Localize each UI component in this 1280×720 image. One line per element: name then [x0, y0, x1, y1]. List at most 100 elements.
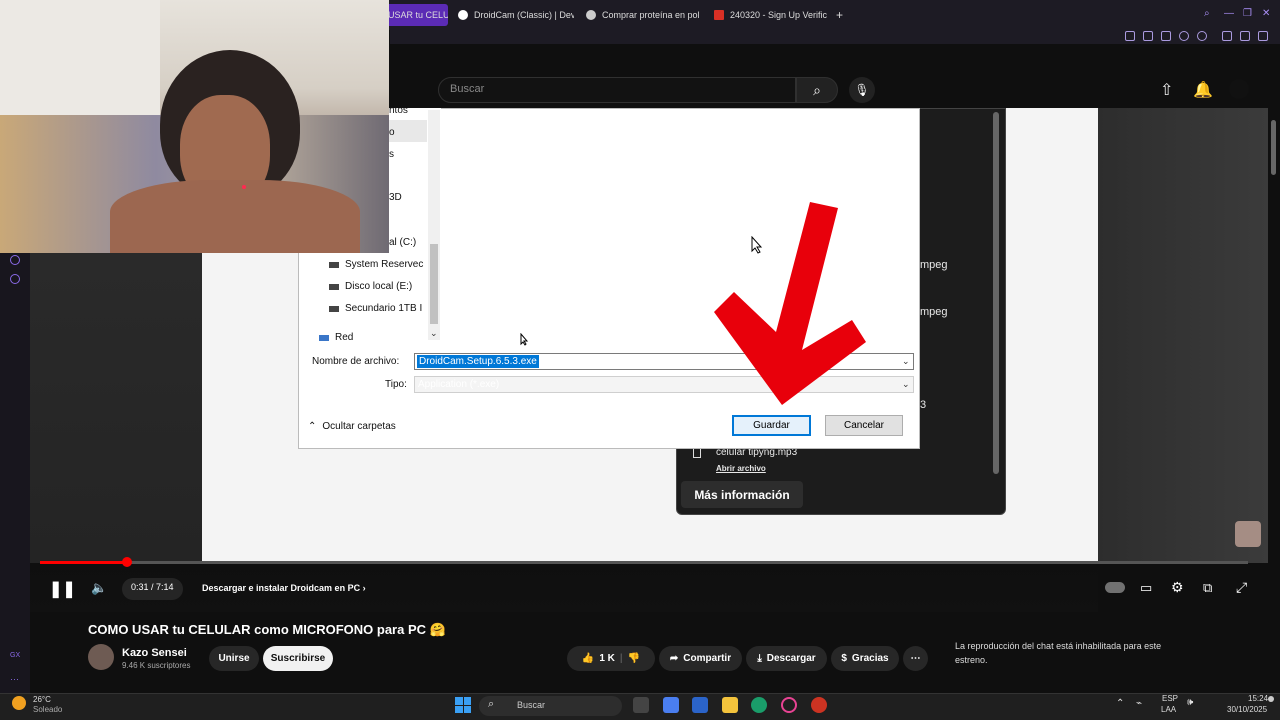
- weather-desc: Soleado: [33, 705, 63, 714]
- drive-icon: [329, 305, 339, 312]
- sidebar-app-icon[interactable]: [10, 255, 20, 265]
- sidebar-more-icon[interactable]: ···: [10, 674, 19, 684]
- tray-chevron-icon[interactable]: ⌃: [1116, 698, 1124, 709]
- chevron-up-icon: ⌃: [308, 421, 317, 432]
- tab-proteina[interactable]: Comprar proteína en pol: [586, 4, 700, 26]
- type-label: Tipo:: [385, 379, 407, 390]
- thumbs-up-icon[interactable]: 👍: [582, 653, 594, 664]
- webcam-mic-light: [242, 185, 246, 189]
- copilot-icon[interactable]: [663, 697, 679, 713]
- video-dark-edge: [30, 253, 202, 563]
- pause-button[interactable]: ❚❚: [49, 579, 76, 599]
- download-icon[interactable]: [1240, 31, 1250, 41]
- more-actions-button[interactable]: ⋯: [903, 646, 928, 671]
- nav-item: o: [389, 127, 395, 138]
- thanks-button[interactable]: $ Gracias: [831, 646, 899, 671]
- pin-icon[interactable]: [1125, 31, 1135, 41]
- tab-gmail[interactable]: 240320 - Sign Up Verific: [714, 4, 830, 26]
- download-item: mpeg: [920, 259, 948, 271]
- search-input[interactable]: Buscar: [438, 77, 796, 103]
- like-dislike-group[interactable]: 👍 1 K | 👎: [567, 646, 655, 671]
- scroll-down-icon: ⌄: [430, 328, 438, 338]
- store-icon[interactable]: [692, 697, 708, 713]
- autoplay-toggle[interactable]: [1105, 582, 1125, 593]
- thanks-icon: $: [841, 653, 847, 664]
- download-item: 3: [920, 399, 927, 411]
- cancel-button: Cancelar: [825, 415, 903, 436]
- nav-item-drive: System Reservec: [329, 259, 423, 270]
- taskbar-search[interactable]: Buscar: [479, 696, 622, 716]
- windows-start-icon[interactable]: [455, 697, 471, 713]
- tab-active[interactable]: USAR tu CELU: [386, 4, 448, 26]
- play-icon[interactable]: [1179, 31, 1189, 41]
- channel-name[interactable]: Kazo Sensei: [122, 647, 187, 659]
- open-file-link: Abrir archivo: [716, 464, 766, 473]
- chevron-down-icon: ⌄: [902, 356, 910, 366]
- page-scrollbar[interactable]: [1268, 108, 1280, 693]
- clock-time[interactable]: 15:24: [1248, 694, 1268, 703]
- nav-item: ntos: [389, 105, 408, 116]
- nav-item-drive: Disco local (E:): [329, 281, 412, 292]
- bell-icon[interactable]: 🔔: [1193, 80, 1213, 100]
- subscribe-button[interactable]: Suscribirse: [263, 646, 333, 671]
- tab-droidcam[interactable]: DroidCam (Classic) | Dev: [458, 4, 574, 26]
- close-icon[interactable]: ✕: [1262, 8, 1270, 19]
- weather-temp: 26°C: [33, 695, 51, 704]
- upload-icon[interactable]: ⇧: [1160, 80, 1173, 100]
- video-title: COMO USAR tu CELULAR como MICROFONO para…: [88, 622, 446, 637]
- lang-indicator[interactable]: ESP: [1162, 694, 1178, 703]
- downloads-scrollbar: [993, 112, 999, 474]
- channel-watermark[interactable]: [1235, 521, 1261, 547]
- subtitles-icon[interactable]: ▭: [1140, 580, 1152, 596]
- network-tray-icon[interactable]: ⌁: [1136, 698, 1142, 709]
- opera-gx-icon[interactable]: [781, 697, 797, 713]
- mic-button[interactable]: 🎙: [849, 77, 875, 103]
- clock-date[interactable]: 30/10/2025: [1227, 705, 1267, 714]
- app-icon[interactable]: [811, 697, 827, 713]
- thumbs-down-icon[interactable]: 👎: [628, 653, 640, 664]
- menu-icon[interactable]: [1258, 31, 1268, 41]
- red-arrow-annotation: [714, 202, 866, 405]
- settings-icon[interactable]: [10, 274, 20, 284]
- maximize-icon[interactable]: ❐: [1243, 8, 1252, 19]
- notification-icon[interactable]: [1268, 696, 1274, 702]
- new-tab-button[interactable]: +: [836, 4, 848, 26]
- more-info-button: Más información: [681, 481, 803, 508]
- shield-icon[interactable]: [1161, 31, 1171, 41]
- weather-icon[interactable]: [12, 696, 26, 710]
- fullscreen-icon[interactable]: ⤢: [1236, 579, 1247, 596]
- chevron-down-icon: ⌄: [902, 379, 910, 389]
- subscriber-count: 9.46 K suscriptores: [122, 661, 191, 670]
- chatgpt-icon: [586, 10, 596, 20]
- volume-tray-icon[interactable]: 🕪: [1187, 697, 1193, 708]
- tab-label: USAR tu CELU: [388, 10, 448, 20]
- minimize-icon[interactable]: —: [1224, 8, 1234, 19]
- download-button[interactable]: ⤓ Descargar: [746, 646, 827, 671]
- edge-icon[interactable]: [751, 697, 767, 713]
- lang-indicator-sub: LAA: [1161, 705, 1177, 714]
- miniplayer-icon[interactable]: ⧉: [1203, 580, 1212, 596]
- progress-scrubber[interactable]: [121, 557, 132, 567]
- player-controls: [30, 564, 1098, 612]
- heart-icon[interactable]: [1197, 31, 1207, 41]
- tab-label: Comprar proteína en pol: [602, 10, 700, 20]
- webcam-wall: [0, 0, 160, 130]
- search-button[interactable]: ⌕: [796, 77, 838, 103]
- cursor-icon: [520, 333, 529, 346]
- file-explorer-icon[interactable]: [722, 697, 738, 713]
- snapshot-icon[interactable]: [1143, 31, 1153, 41]
- settings-icon[interactable]: ⚙: [1171, 579, 1184, 596]
- sidebar-gx-icon[interactable]: GX: [10, 652, 20, 659]
- download-item: mpeg: [920, 306, 948, 318]
- search-tabs-icon[interactable]: ⌕: [1204, 8, 1210, 19]
- extensions-icon[interactable]: [1222, 31, 1232, 41]
- share-button[interactable]: ➦ Compartir: [659, 646, 742, 671]
- join-button[interactable]: Unirse: [209, 646, 259, 671]
- chapter-title[interactable]: Descargar e instalar Droidcam en PC ›: [202, 583, 366, 593]
- page-scrollbar-thumb[interactable]: [1271, 120, 1276, 175]
- volume-icon[interactable]: 🔈: [91, 580, 107, 596]
- task-view-icon[interactable]: [633, 697, 649, 713]
- progress-bar[interactable]: [40, 561, 1248, 564]
- channel-avatar[interactable]: [88, 644, 114, 670]
- avatar[interactable]: [1229, 79, 1249, 99]
